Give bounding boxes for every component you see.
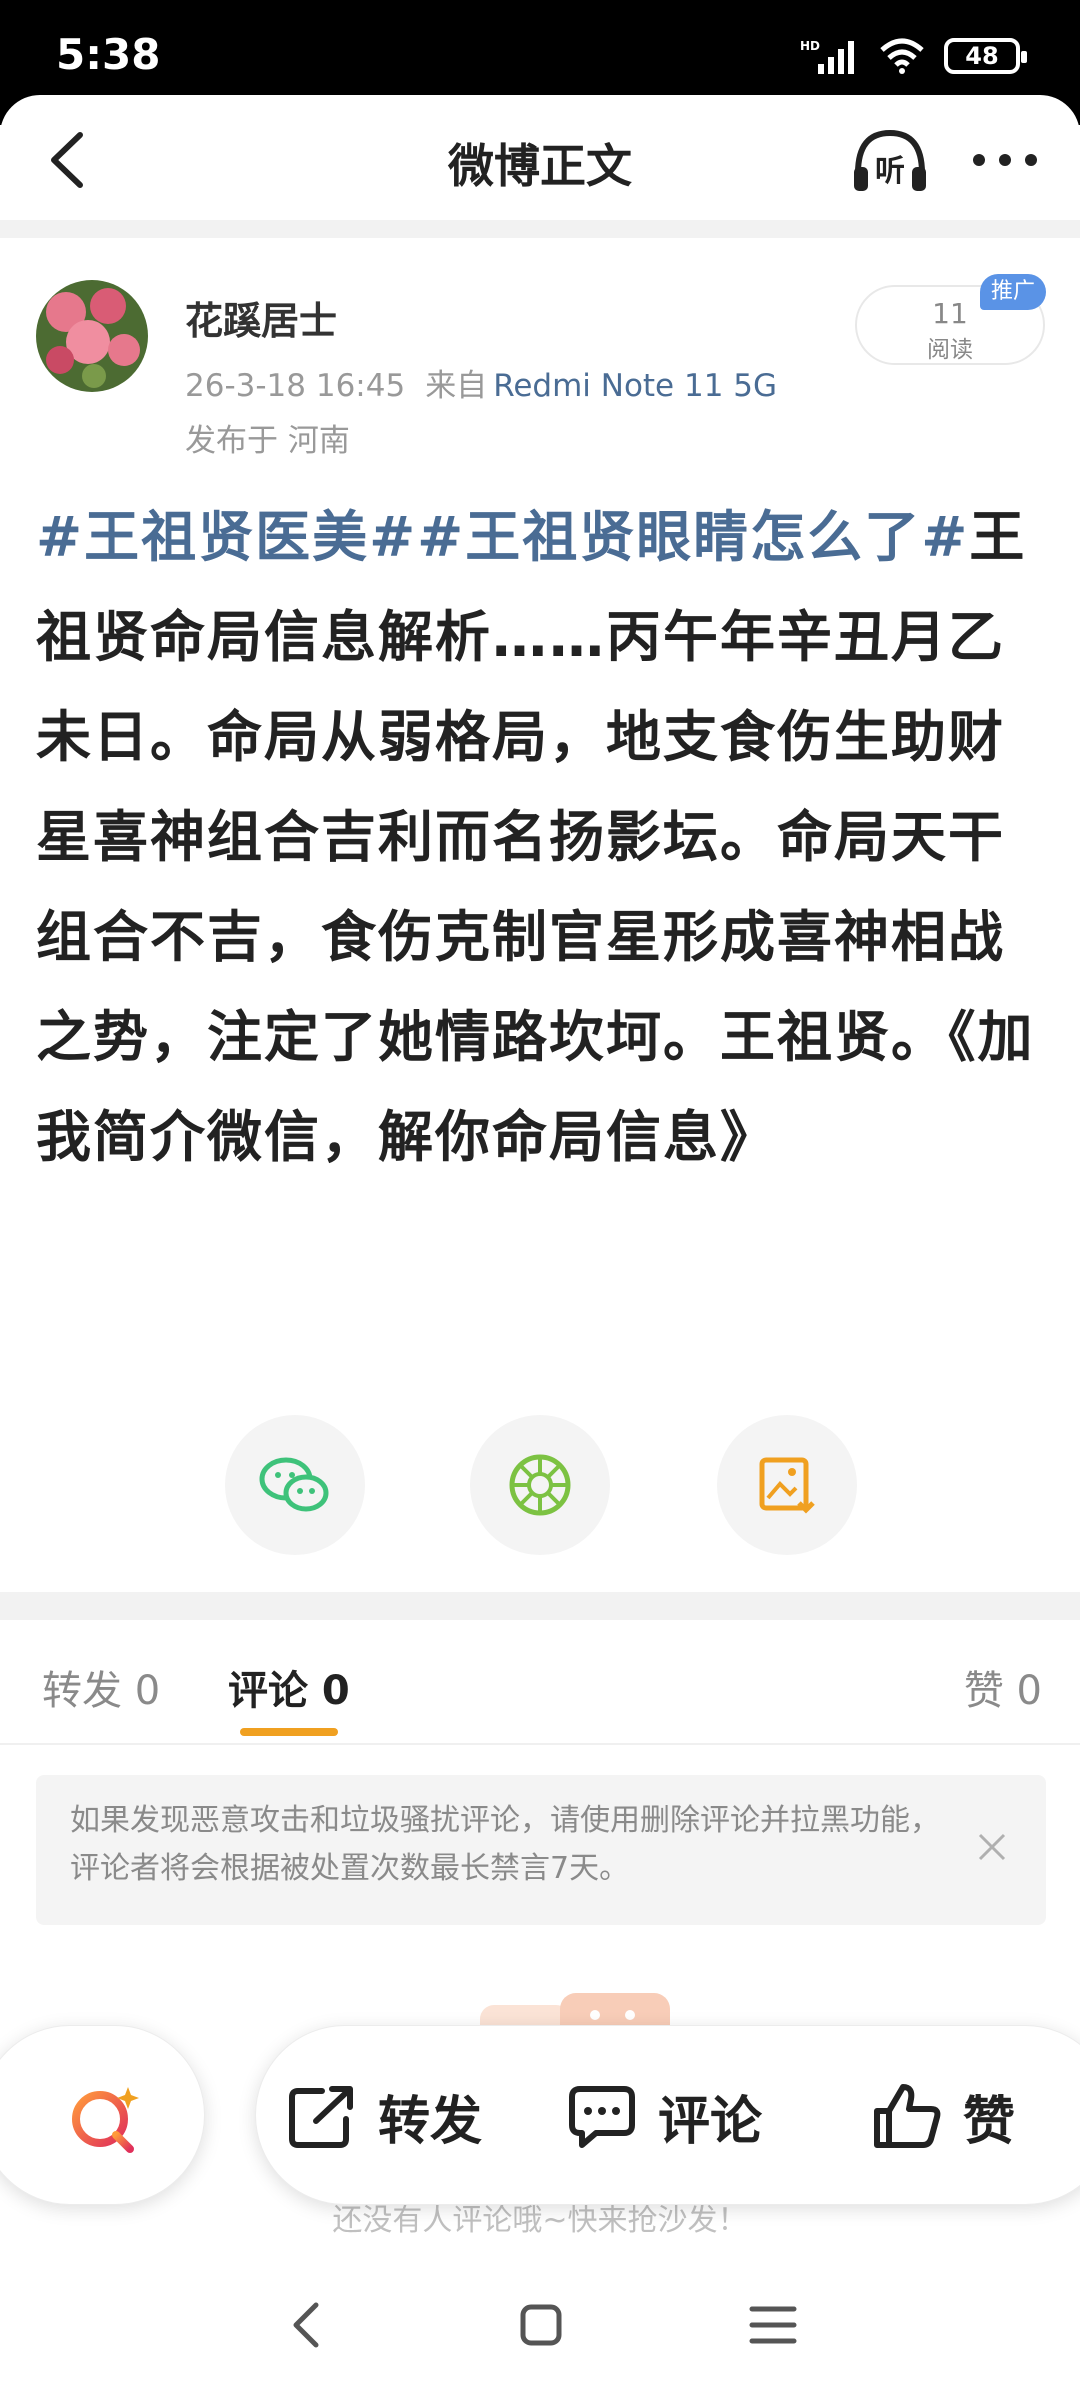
share-row	[0, 1415, 1080, 1555]
comment-label: 评论	[658, 2091, 763, 2152]
repost-label: 转发	[378, 2091, 483, 2152]
like-label: 赞	[963, 2091, 1016, 2152]
nav-menu-icon[interactable]	[738, 2295, 808, 2355]
share-arrow-icon	[289, 2086, 353, 2148]
headphones-icon[interactable]: 听	[850, 125, 930, 195]
post-timestamp: 26-3-18 16:45	[185, 368, 406, 404]
svg-text:HD: HD	[800, 39, 820, 53]
nav-home-icon[interactable]	[505, 2295, 575, 2355]
tab-active-indicator	[240, 1728, 338, 1736]
moments-icon	[509, 1454, 571, 1516]
comment-bubble-icon	[569, 2086, 635, 2148]
comment-button[interactable]: 评论	[566, 2026, 762, 2206]
search-icon	[72, 2087, 139, 2153]
post-meta: 26-3-18 16:45 来自 Redmi Note 11 5G	[185, 360, 777, 405]
hashtag-link[interactable]: #王祖贤眼睛怎么了#	[417, 505, 969, 569]
read-label: 阅读	[927, 337, 973, 363]
repost-button[interactable]: 转发	[286, 2026, 482, 2206]
more-dots-icon[interactable]	[965, 130, 1045, 190]
battery-indicator: 48	[944, 38, 1027, 74]
save-image-icon	[759, 1457, 815, 1514]
wechat-icon	[259, 1457, 329, 1512]
section-divider	[0, 1592, 1080, 1620]
nav-back-icon[interactable]	[272, 2295, 342, 2355]
tab-comment[interactable]: 评论 0	[228, 1658, 350, 1716]
device-link[interactable]: Redmi Note 11 5G	[493, 368, 777, 404]
avatar[interactable]	[36, 280, 148, 392]
system-nav-bar	[0, 2255, 1080, 2400]
wifi-icon	[880, 38, 924, 74]
tab-like[interactable]: 赞 0	[964, 1658, 1042, 1716]
author-name[interactable]: 花蹊居士	[185, 290, 337, 345]
listen-label: 听	[875, 154, 905, 189]
interaction-tabs: 转发 0 评论 0 赞 0	[0, 1620, 1080, 1745]
top-header: 微博正文 听	[0, 95, 1080, 220]
save-image-button[interactable]	[717, 1415, 857, 1555]
bottom-action-bar: 转发 评论 赞	[255, 2025, 1080, 2205]
notice-text: 如果发现恶意攻击和垃圾骚扰评论，请使用删除评论并拉黑功能，评论者将会根据被处置次…	[70, 1803, 940, 1886]
tab-repost[interactable]: 转发 0	[42, 1658, 160, 1716]
share-moments-button[interactable]	[470, 1415, 610, 1555]
status-time: 5:38	[56, 30, 161, 79]
header-divider	[0, 220, 1080, 238]
hashtag-link[interactable]: #王祖贤医美#	[36, 505, 417, 569]
floating-search-button[interactable]	[0, 2025, 205, 2205]
post-body: #王祖贤医美##王祖贤眼睛怎么了#王祖贤命局信息解析……丙午年辛丑月乙未日。命局…	[36, 487, 1046, 1187]
comment-notice: 如果发现恶意攻击和垃圾骚扰评论，请使用删除评论并拉黑功能，评论者将会根据被处置次…	[36, 1775, 1046, 1925]
post-location: 发布于 河南	[185, 423, 350, 459]
close-icon[interactable]	[972, 1827, 1012, 1867]
from-label: 来自	[425, 368, 488, 404]
promo-badge[interactable]: 推广	[980, 274, 1046, 310]
share-wechat-button[interactable]	[225, 1415, 365, 1555]
post-text: 王祖贤命局信息解析……丙午年辛丑月乙未日。命局从弱格局，地支食伤生助财星喜神组合…	[36, 505, 1035, 1169]
like-button[interactable]: 赞	[871, 2026, 1015, 2206]
thumbs-up-icon	[874, 2084, 941, 2148]
signal-icon: HD	[800, 39, 854, 74]
